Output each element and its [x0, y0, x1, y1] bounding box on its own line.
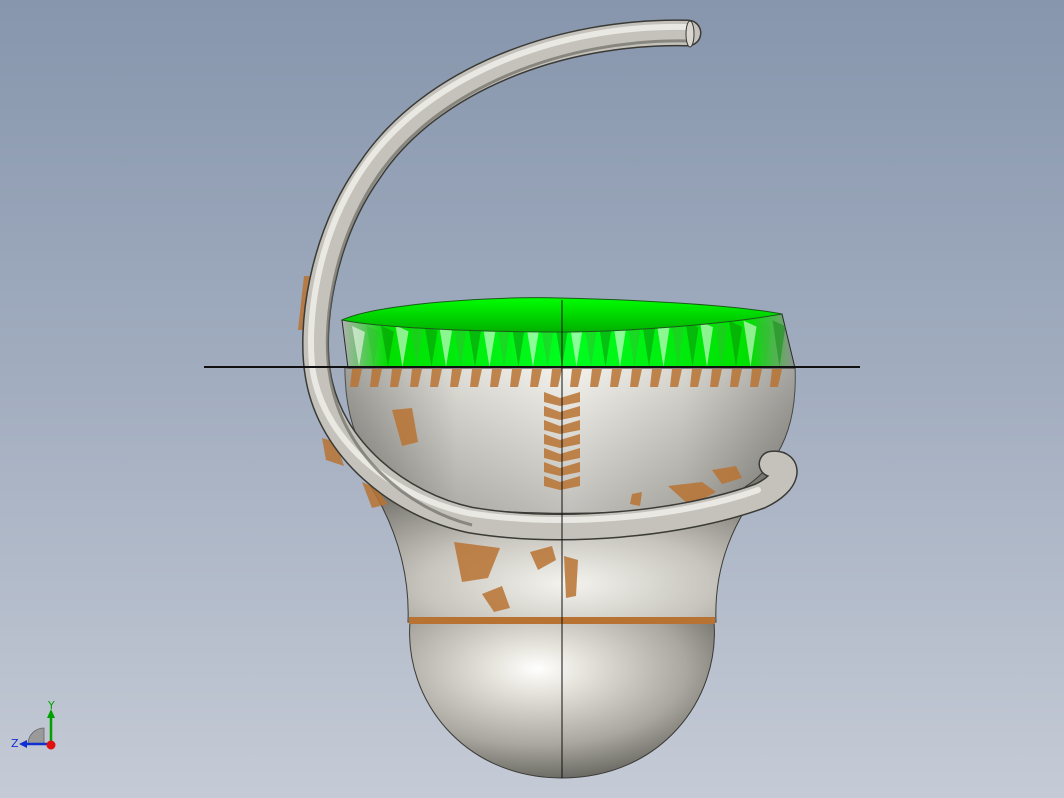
- y-axis-label: Y: [47, 699, 55, 712]
- x-axis-icon: [46, 740, 56, 750]
- z-axis-label: Z: [11, 737, 19, 750]
- handle-end-cap: [685, 20, 695, 48]
- triad-base-icon: [27, 727, 45, 745]
- graphics-viewport[interactable]: Y Z: [0, 0, 1064, 798]
- view-orientation-triad[interactable]: Y Z: [8, 698, 64, 754]
- model-scene[interactable]: [0, 0, 1064, 798]
- copper-decal: [564, 556, 578, 598]
